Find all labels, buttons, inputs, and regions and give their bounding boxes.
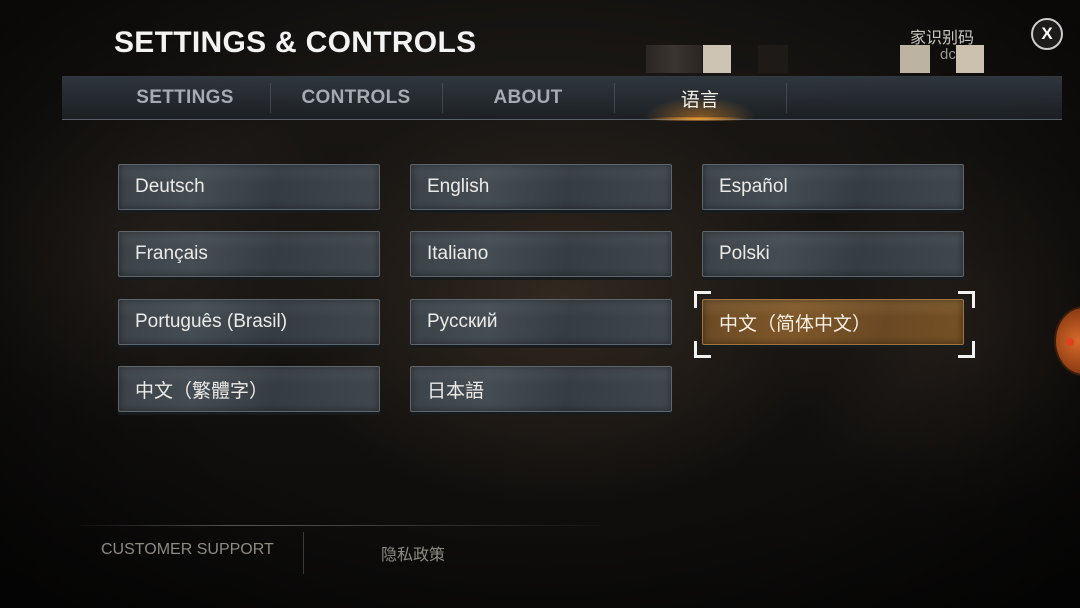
tab-divider xyxy=(786,83,787,113)
tab-bar: SETTINGS CONTROLS ABOUT 语言 xyxy=(62,76,1062,120)
privacy-blur-5 xyxy=(956,45,984,73)
selection-corner xyxy=(694,291,711,308)
tab-controls[interactable]: CONTROLS xyxy=(270,77,442,119)
tab-about[interactable]: ABOUT xyxy=(442,77,614,119)
close-icon: X xyxy=(1041,24,1053,43)
language-button-polski[interactable]: Polski xyxy=(702,231,964,277)
privacy-blur-2 xyxy=(703,45,731,73)
selection-corner xyxy=(694,341,711,358)
privacy-blur-3 xyxy=(758,45,788,73)
language-button-portugues-brasil[interactable]: Português (Brasil) xyxy=(118,299,380,345)
player-id-label: 家识别码 xyxy=(910,30,975,47)
selection-corner xyxy=(958,291,975,308)
active-tab-indicator xyxy=(648,117,748,121)
privacy-blur-4 xyxy=(900,45,930,73)
language-button-japanese[interactable]: 日本語 xyxy=(410,366,672,412)
language-button-chinese-simplified[interactable]: 中文（简体中文） xyxy=(702,299,964,345)
language-button-deutsch[interactable]: Deutsch xyxy=(118,164,380,210)
footer-separator xyxy=(303,532,304,574)
footer-divider xyxy=(80,525,600,526)
language-button-english[interactable]: English xyxy=(410,164,672,210)
privacy-blur-1 xyxy=(646,45,702,73)
player-id-value: dc xyxy=(940,46,956,63)
language-button-francais[interactable]: Français xyxy=(118,231,380,277)
close-button[interactable]: X xyxy=(1031,18,1063,50)
page-title: SETTINGS & CONTROLS xyxy=(114,26,477,59)
tab-language[interactable]: 语言 xyxy=(614,77,786,119)
language-button-espanol[interactable]: Español xyxy=(702,164,964,210)
language-button-chinese-traditional[interactable]: 中文（繁體字） xyxy=(118,366,380,412)
tab-settings[interactable]: SETTINGS xyxy=(100,77,270,119)
language-button-italiano[interactable]: Italiano xyxy=(410,231,672,277)
privacy-policy-link[interactable]: 隐私政策 xyxy=(381,541,445,565)
language-button-russian[interactable]: Русский xyxy=(410,299,672,345)
customer-support-link[interactable]: CUSTOMER SUPPORT xyxy=(101,541,274,559)
selection-corner xyxy=(958,341,975,358)
